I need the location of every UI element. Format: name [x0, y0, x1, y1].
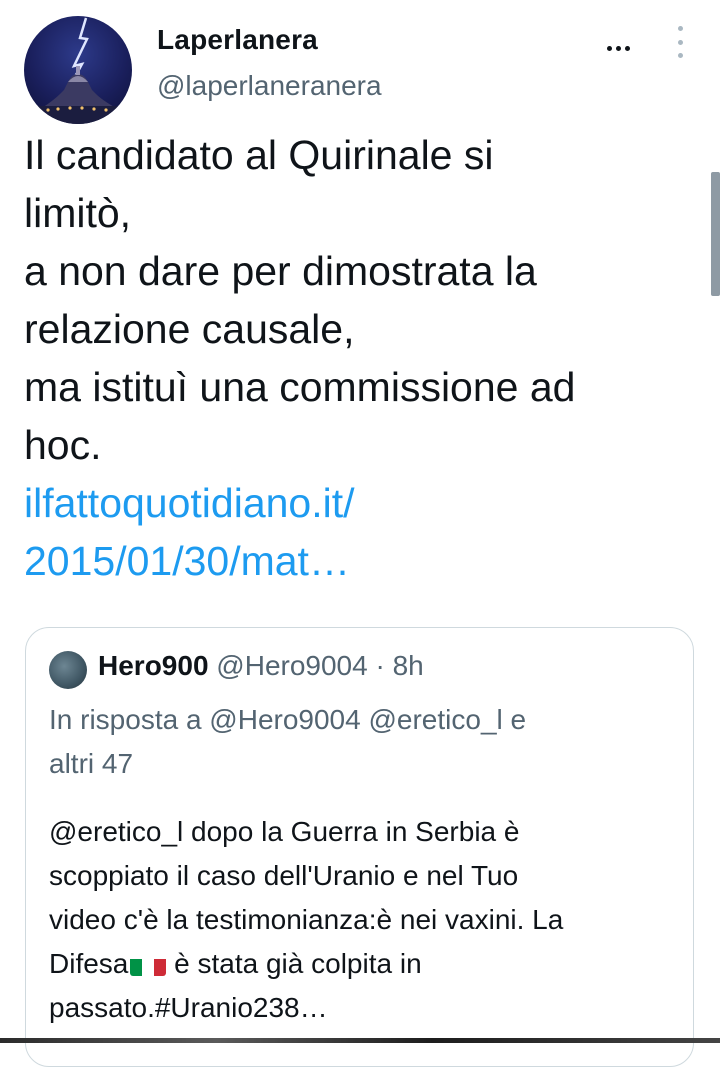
- tweet-text-line: limitò,: [24, 190, 132, 236]
- tweet-text-line: Il candidato al Quirinale si: [24, 132, 494, 178]
- more-dot: [624, 45, 630, 51]
- kebab-dot: [677, 26, 683, 31]
- tweet-link[interactable]: 2015/01/30/mat…: [24, 532, 694, 590]
- lightning-over-dome-icon: [32, 17, 124, 124]
- reply-context: In risposta a @Hero9004 @eretico_l e alt…: [49, 698, 649, 786]
- reply-context-line: altri 47: [49, 748, 134, 779]
- quoted-tweet-text: @eretico_l dopo la Guerra in Serbia è sc…: [49, 810, 674, 1030]
- tweet-text-line: hoc.: [24, 422, 102, 468]
- author-handle[interactable]: @laperlaneranera: [157, 70, 382, 102]
- more-dot: [606, 45, 612, 51]
- quoted-text-line: scoppiato il caso dell'Uranio e nel Tuo: [49, 860, 519, 891]
- more-dot: [615, 45, 621, 51]
- italy-flag-icon: [130, 952, 167, 976]
- scrollbar-thumb[interactable]: [711, 172, 720, 296]
- reply-context-line: In risposta a @Hero9004 @eretico_l e: [49, 704, 527, 735]
- quoted-handle[interactable]: @Hero9004: [216, 650, 367, 681]
- tweet-text-line: ma istituì una commissione ad: [24, 364, 576, 410]
- quoted-text-line: passato.#Uranio238…: [49, 992, 328, 1023]
- author-avatar[interactable]: [24, 16, 132, 124]
- bottom-edge-strip: [0, 1038, 720, 1043]
- more-options-button[interactable]: [598, 36, 638, 60]
- quoted-author-avatar[interactable]: [49, 651, 87, 689]
- kebab-dot: [677, 39, 683, 45]
- tweet-text-line: a non dare per dimostrata la: [24, 248, 537, 294]
- tweet-link[interactable]: ilfattoquotidiano.it/: [24, 474, 694, 532]
- quoted-tweet-card[interactable]: Hero900 @Hero9004 · 8h In risposta a @He…: [25, 627, 694, 1067]
- quoted-text-fragment: è stata già colpita in: [166, 948, 422, 979]
- separator-dot: ·: [367, 650, 393, 681]
- quoted-text-line: @eretico_l dopo la Guerra in Serbia è: [49, 816, 520, 847]
- tweet-text-line: relazione causale,: [24, 306, 355, 352]
- kebab-menu-icon[interactable]: [672, 26, 688, 58]
- tweet-text: Il candidato al Quirinale si limitò, a n…: [24, 126, 694, 590]
- kebab-dot: [677, 53, 683, 58]
- author-display-name[interactable]: Laperlanera: [157, 24, 318, 56]
- quoted-text-line: Difesa è stata già colpita in: [49, 942, 674, 986]
- quoted-timestamp[interactable]: 8h: [393, 650, 424, 681]
- quoted-tweet-header: Hero900 @Hero9004 · 8h: [98, 650, 424, 682]
- quoted-text-fragment: Difesa: [49, 948, 129, 979]
- quoted-display-name[interactable]: Hero900: [98, 650, 209, 681]
- quoted-text-line: video c'è la testimonianza:è nei vaxini.…: [49, 904, 564, 935]
